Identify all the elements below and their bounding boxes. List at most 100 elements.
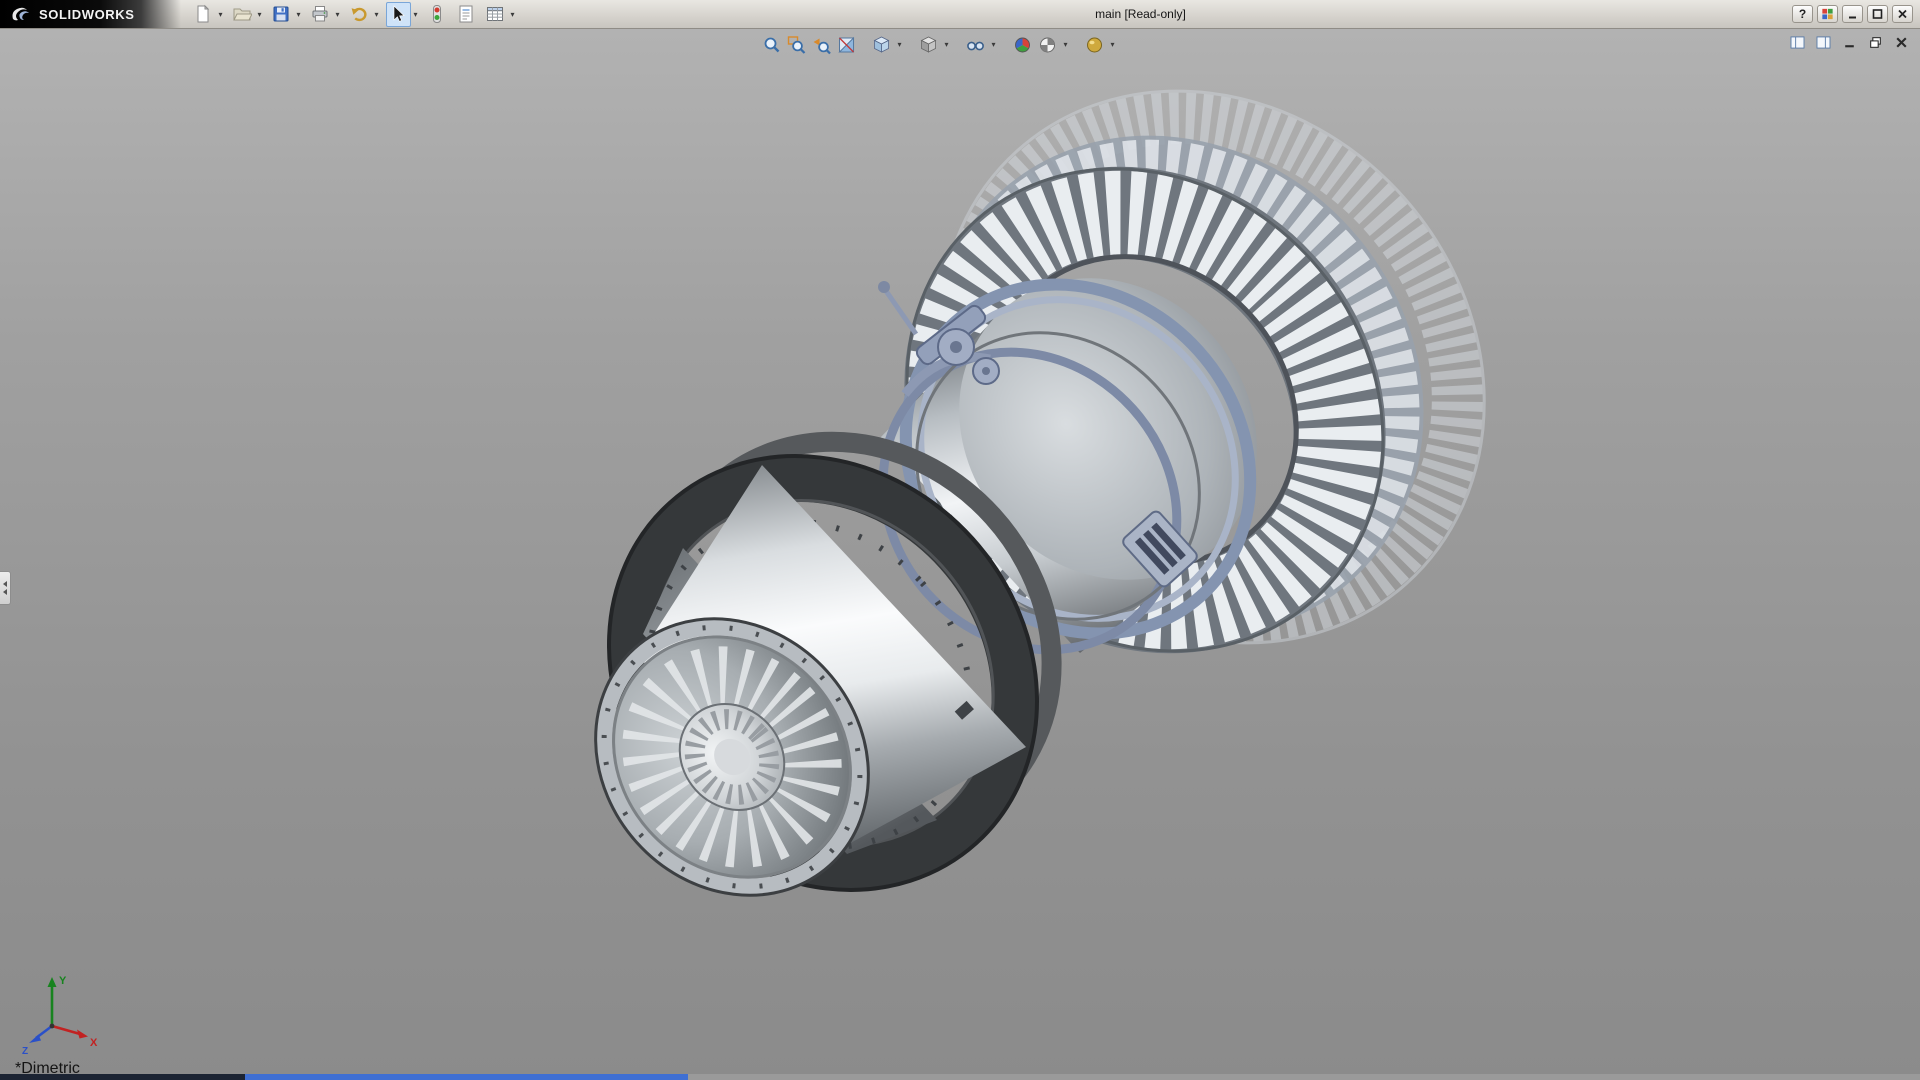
file-properties-icon xyxy=(456,4,476,24)
zoom-to-area-button[interactable] xyxy=(785,33,808,56)
zoom-to-fit-icon xyxy=(761,35,781,55)
tool-group-select: ▾ xyxy=(386,2,421,27)
resources-icon xyxy=(1821,8,1834,20)
tool-group-save: ▾ xyxy=(269,2,304,27)
close-button[interactable] xyxy=(1892,5,1913,23)
main-toolbar: ▾ ▾ xyxy=(181,2,521,27)
dassault-logo-icon xyxy=(10,5,32,23)
help-button[interactable]: ? xyxy=(1792,5,1813,23)
doc-restore-button[interactable] xyxy=(1865,34,1885,51)
chevron-down-icon[interactable]: ▾ xyxy=(255,10,265,19)
resources-button[interactable] xyxy=(1817,5,1838,23)
view-settings-sphere-icon xyxy=(1084,35,1104,55)
taskbar-segment-blue[interactable] xyxy=(245,1074,688,1080)
taskbar-strip[interactable] xyxy=(0,1074,1920,1080)
minimize-button[interactable] xyxy=(1842,5,1863,23)
previous-view-button[interactable] xyxy=(810,33,833,56)
tool-group-file-properties xyxy=(454,2,479,27)
chevron-down-icon[interactable]: ▾ xyxy=(1108,40,1118,49)
new-document-icon xyxy=(193,4,213,24)
display-pane-left-button[interactable] xyxy=(1787,34,1807,51)
display-pane-right-button[interactable] xyxy=(1813,34,1833,51)
rebuild-button[interactable] xyxy=(425,2,450,27)
panel-splitter-tab[interactable] xyxy=(0,571,11,605)
maximize-icon xyxy=(1871,8,1884,20)
save-button[interactable] xyxy=(269,2,294,27)
open-button[interactable] xyxy=(230,2,255,27)
options-table-icon xyxy=(485,4,505,24)
doc-restore-icon xyxy=(1868,36,1883,49)
open-folder-icon xyxy=(232,4,252,24)
tool-group-print: ▾ xyxy=(308,2,343,27)
undo-arrow-icon xyxy=(349,4,369,24)
taskbar-segment-gray xyxy=(688,1074,1920,1080)
maximize-button[interactable] xyxy=(1867,5,1888,23)
titlebar: SOLIDWORKS ▾ ▾ xyxy=(0,0,1920,29)
zoom-to-area-icon xyxy=(786,35,806,55)
brand: SOLIDWORKS xyxy=(0,0,181,28)
heads-up-toolbar: ▾ ▾ ▾ xyxy=(760,33,1118,56)
doc-close-button[interactable] xyxy=(1891,34,1911,51)
select-button[interactable] xyxy=(386,2,411,27)
view-orientation-cube-icon xyxy=(871,35,891,55)
close-icon xyxy=(1896,8,1909,20)
orientation-triad: Y X Z xyxy=(20,968,104,1056)
tool-group-new: ▾ xyxy=(191,2,226,27)
new-document-button[interactable] xyxy=(191,2,216,27)
view-orientation-button[interactable] xyxy=(870,33,893,56)
tool-group-rebuild xyxy=(425,2,450,27)
tool-group-undo: ▾ xyxy=(347,2,382,27)
view-settings-button[interactable] xyxy=(1083,33,1106,56)
splitter-arrows-icon xyxy=(1,579,9,597)
brand-name: SOLIDWORKS xyxy=(39,7,135,22)
doc-minimize-icon xyxy=(1842,36,1857,49)
tool-group-open: ▾ xyxy=(230,2,265,27)
doc-minimize-button[interactable] xyxy=(1839,34,1859,51)
pane-left-icon xyxy=(1790,36,1805,49)
edit-appearance-ball-icon xyxy=(1012,35,1032,55)
hide-show-glasses-icon xyxy=(965,35,985,55)
chevron-down-icon[interactable]: ▾ xyxy=(411,10,421,19)
x-axis-arrow xyxy=(77,1030,88,1039)
view-orientation-label: *Dimetric xyxy=(15,1060,80,1078)
save-floppy-icon xyxy=(271,4,291,24)
apply-scene-button[interactable] xyxy=(1036,33,1059,56)
y-axis-arrow xyxy=(48,977,57,987)
select-cursor-icon xyxy=(388,4,408,24)
apply-scene-ball-icon xyxy=(1037,35,1057,55)
document-window-controls xyxy=(1787,34,1911,51)
display-style-button[interactable] xyxy=(917,33,940,56)
window-title: main [Read-only] xyxy=(1095,7,1186,21)
x-axis-label: X xyxy=(90,1037,98,1049)
y-axis-label: Y xyxy=(59,975,67,987)
chevron-down-icon[interactable]: ▾ xyxy=(372,10,382,19)
undo-button[interactable] xyxy=(347,2,372,27)
chevron-down-icon[interactable]: ▾ xyxy=(895,40,905,49)
tool-group-options: ▾ xyxy=(483,2,518,27)
chevron-down-icon[interactable]: ▾ xyxy=(508,10,518,19)
chevron-down-icon[interactable]: ▾ xyxy=(216,10,226,19)
minimize-icon xyxy=(1846,8,1859,20)
print-button[interactable] xyxy=(308,2,333,27)
options-button[interactable] xyxy=(483,2,508,27)
file-properties-button[interactable] xyxy=(454,2,479,27)
section-view-button[interactable] xyxy=(835,33,858,56)
engine-3d-model[interactable] xyxy=(0,29,1920,1080)
chevron-down-icon[interactable]: ▾ xyxy=(942,40,952,49)
chevron-down-icon[interactable]: ▾ xyxy=(294,10,304,19)
display-style-icon xyxy=(918,35,938,55)
chevron-down-icon[interactable]: ▾ xyxy=(1061,40,1071,49)
chevron-down-icon[interactable]: ▾ xyxy=(989,40,999,49)
z-axis-label: Z xyxy=(22,1046,28,1056)
hide-show-items-button[interactable] xyxy=(964,33,987,56)
window-controls: ? xyxy=(1792,5,1920,23)
printer-icon xyxy=(310,4,330,24)
rebuild-trafficlight-icon xyxy=(427,4,447,24)
doc-close-icon xyxy=(1894,36,1909,49)
edit-appearance-button[interactable] xyxy=(1011,33,1034,56)
solidworks-window: SOLIDWORKS ▾ ▾ xyxy=(0,0,1920,1080)
3d-viewport[interactable]: ▾ ▾ ▾ xyxy=(0,29,1920,1080)
previous-view-icon xyxy=(811,35,831,55)
chevron-down-icon[interactable]: ▾ xyxy=(333,10,343,19)
zoom-to-fit-button[interactable] xyxy=(760,33,783,56)
